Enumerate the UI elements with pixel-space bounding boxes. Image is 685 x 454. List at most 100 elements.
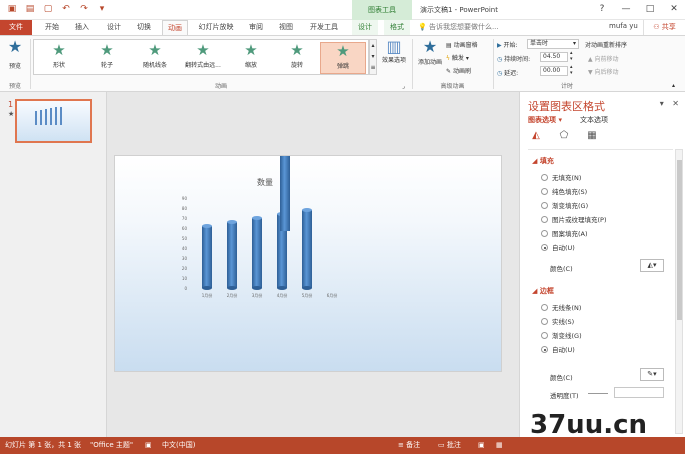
scroll-thumb[interactable] [677, 160, 682, 320]
tab-view[interactable]: 视图 [274, 20, 298, 35]
animation-swivel[interactable]: ★ 旋转 [274, 42, 320, 74]
customize-icon[interactable]: ▾ [96, 3, 108, 15]
effects-icon[interactable]: ⬠ [558, 130, 570, 142]
tab-review[interactable]: 审阅 [244, 20, 268, 35]
effect-options-button[interactable]: ▥ 效果选项 [379, 39, 409, 65]
pane-close-icon[interactable]: ✕ [672, 99, 679, 108]
radio-solid-line[interactable]: 实线(S) [541, 316, 574, 326]
fill-line-icon[interactable]: ◭ [530, 130, 542, 142]
slide-sorter-icon[interactable]: ▦ [496, 437, 503, 454]
bar-base [202, 286, 212, 290]
chart-title[interactable]: 数量 [257, 177, 273, 187]
slide-thumbnail[interactable] [15, 99, 92, 143]
add-animation-star-icon: ★ [422, 37, 438, 56]
pane-scrollbar[interactable] [675, 149, 683, 434]
move-earlier-button[interactable]: ▲ 向前移动 [588, 54, 619, 63]
size-properties-icon[interactable]: ▦ [586, 130, 598, 142]
comments-button[interactable]: ▭ 批注 [438, 437, 461, 454]
delay-input[interactable]: 00.00 [540, 66, 568, 76]
fill-color-label: 颜色(C) [550, 265, 573, 273]
radio-gradient-fill[interactable]: 渐变填充(G) [541, 200, 588, 210]
radio-no-line[interactable]: 无线条(N) [541, 302, 581, 312]
animation-random-bars[interactable]: ★ 随机线条 [132, 42, 178, 74]
gallery-more-icon[interactable]: ≡ [370, 62, 376, 73]
duration-spinner[interactable]: ▴ ▾ [570, 50, 573, 62]
arrow-down-icon: ▼ [588, 69, 593, 76]
user-name[interactable]: mufa yu [609, 22, 638, 30]
tab-chart-design[interactable]: 设计 [352, 20, 378, 35]
help-icon[interactable]: ? [595, 3, 609, 15]
gallery-scrollbar[interactable]: ▴ ▾ ≡ [369, 39, 377, 75]
start-select[interactable]: 单击时 ▾ [527, 39, 579, 49]
animation-wheel[interactable]: ★ 轮子 [84, 42, 130, 74]
scroll-up-icon[interactable]: ▴ [370, 40, 376, 51]
close-icon[interactable]: ✕ [667, 3, 681, 15]
save-icon[interactable]: ▣ [6, 3, 18, 15]
animation-shape[interactable]: ★ 形状 [36, 42, 82, 74]
bar-2月份[interactable] [227, 222, 237, 288]
share-button[interactable]: ⚇ 共享 [643, 20, 685, 35]
move-later-button[interactable]: ▼ 向后移动 [588, 67, 619, 76]
minimize-icon[interactable]: — [619, 3, 633, 15]
tell-me-search[interactable]: 💡 告诉我您想要做什么... [418, 22, 499, 32]
tab-chart-format[interactable]: 格式 [384, 20, 410, 35]
tab-transitions[interactable]: 切换 [132, 20, 156, 35]
collapse-ribbon-icon[interactable]: ▴ [672, 82, 675, 89]
redo-icon[interactable]: ↷ [78, 3, 90, 15]
border-color-picker[interactable]: ✎▾ [640, 368, 664, 381]
lightbulb-icon: 💡 [418, 23, 427, 31]
animation-zoom[interactable]: ★ 缩放 [228, 42, 274, 74]
tab-chart-options[interactable]: 图表选项 ▾ [528, 115, 562, 125]
border-section-header[interactable]: ◢ 边框 [532, 286, 554, 296]
radio-gradient-line[interactable]: 渐变线(G) [541, 330, 582, 340]
bar-1月份[interactable] [202, 226, 212, 288]
bar-chart[interactable]: 数量 0 10 20 30 40 50 60 70 80 90 1月份 2月份 3月份 4月份 5月份 6月… [115, 156, 503, 373]
pane-options-icon[interactable]: ▾ [660, 99, 664, 108]
spellcheck-icon[interactable]: ▣ [145, 437, 152, 454]
radio-auto-line[interactable]: 自动(U) [541, 344, 575, 354]
trigger-button[interactable]: ϟ 触发 ▾ [446, 53, 469, 62]
open-icon[interactable]: ▤ [24, 3, 36, 15]
fill-section-header[interactable]: ◢ 填充 [532, 156, 554, 166]
dialog-launcher-icon[interactable]: ⌟ [402, 83, 405, 90]
radio-auto-fill[interactable]: 自动(U) [541, 242, 575, 252]
tab-animations[interactable]: 动画 [162, 20, 188, 35]
tab-text-options[interactable]: 文本选项 [580, 115, 608, 125]
animation-grow-turn[interactable]: ★ 翻转式由远... [180, 42, 226, 74]
radio-no-fill[interactable]: 无填充(N) [541, 172, 581, 182]
preview-button[interactable]: ★ 预览 [4, 39, 26, 71]
radio-picture-fill[interactable]: 图片或纹理填充(P) [541, 214, 607, 224]
thumb-bar [45, 109, 47, 125]
tab-file[interactable]: 文件 [0, 20, 32, 35]
transparency-slider[interactable] [588, 393, 608, 394]
delay-spinner[interactable]: ▴ ▾ [570, 64, 573, 76]
fill-color-picker[interactable]: ◭▾ [640, 259, 664, 272]
tab-design[interactable]: 设计 [102, 20, 126, 35]
slide[interactable]: 数量 0 10 20 30 40 50 60 70 80 90 1月份 2月份 3月份 4月份 5月份 6月… [114, 155, 502, 372]
duration-input[interactable]: 04.50 [540, 52, 568, 62]
y-axis: 0 10 20 30 40 50 60 70 80 90 [182, 196, 188, 291]
tab-developer[interactable]: 开发工具 [306, 20, 342, 35]
tab-home[interactable]: 开始 [40, 20, 64, 35]
undo-icon[interactable]: ↶ [60, 3, 72, 15]
scroll-down-icon[interactable]: ▾ [370, 51, 376, 62]
bar-3月份[interactable] [252, 218, 262, 288]
start-value: 单击时 [530, 40, 549, 47]
animation-pane-button[interactable]: ▤ 动画窗格 [446, 40, 478, 49]
tab-slideshow[interactable]: 幻灯片放映 [194, 20, 238, 35]
animation-painter-button[interactable]: ✎ 动画刷 [446, 66, 471, 75]
normal-view-icon[interactable]: ▣ [478, 437, 485, 454]
notes-button[interactable]: ≡ 备注 [398, 437, 420, 454]
radio-pattern-fill[interactable]: 图案填充(A) [541, 228, 588, 238]
tab-insert[interactable]: 插入 [70, 20, 94, 35]
new-icon[interactable]: ▢ [42, 3, 54, 15]
animation-bounce[interactable]: ★ 弹跳 [320, 42, 366, 74]
radio-solid-fill[interactable]: 纯色填充(S) [541, 186, 587, 196]
add-animation-button[interactable]: ★ 添加动画 [415, 37, 445, 67]
transparency-input[interactable] [614, 387, 664, 398]
ribbon: ★ 预览 预览 ★ 形状 ★ 轮子 ★ 随机线条 ★ 翻转式由远... ★ 缩放… [0, 35, 685, 92]
bar-5月份[interactable] [302, 210, 312, 288]
bar-series [202, 156, 312, 290]
language[interactable]: 中文(中国) [162, 437, 195, 454]
maximize-icon[interactable]: □ [643, 3, 657, 15]
